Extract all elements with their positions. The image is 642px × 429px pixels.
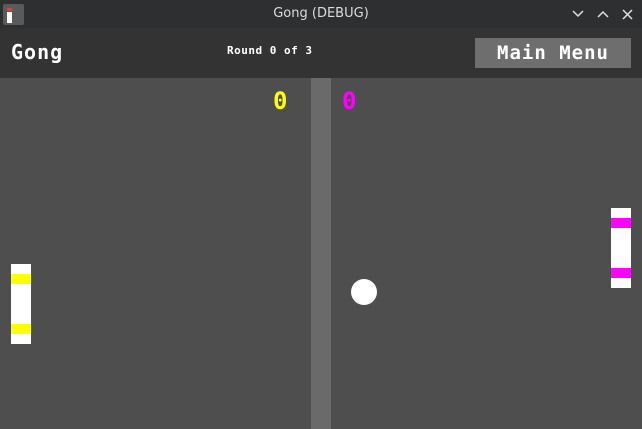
title-bar[interactable]: Gong (DEBUG): [0, 0, 642, 28]
left-player-score: 0: [273, 87, 288, 115]
minimize-button[interactable]: [569, 5, 587, 23]
close-button[interactable]: [618, 5, 636, 23]
maximize-button[interactable]: [594, 5, 612, 23]
game-header: Gong Round 0 of 3 Main Menu: [0, 28, 642, 78]
window-title: Gong (DEBUG): [273, 6, 369, 21]
center-net: [311, 78, 331, 429]
right-paddle-stripe-top: [611, 218, 631, 228]
chevron-down-icon: [572, 10, 584, 18]
round-counter: Round 0 of 3: [227, 44, 313, 57]
right-paddle: [611, 208, 631, 288]
left-paddle: [11, 264, 31, 344]
game-window: Gong (DEBUG) Gong Round 0 of 3 Main Menu…: [0, 0, 642, 429]
left-paddle-stripe-bottom: [11, 324, 31, 334]
game-title: Gong: [11, 40, 64, 64]
close-icon: [621, 8, 633, 20]
main-menu-button[interactable]: Main Menu: [475, 38, 631, 68]
chevron-up-icon: [597, 10, 609, 18]
right-paddle-stripe-bottom: [611, 268, 631, 278]
ball: [351, 279, 377, 305]
right-player-score: 0: [342, 87, 357, 115]
play-field: 0 0: [0, 78, 642, 429]
left-paddle-stripe-top: [11, 274, 31, 284]
